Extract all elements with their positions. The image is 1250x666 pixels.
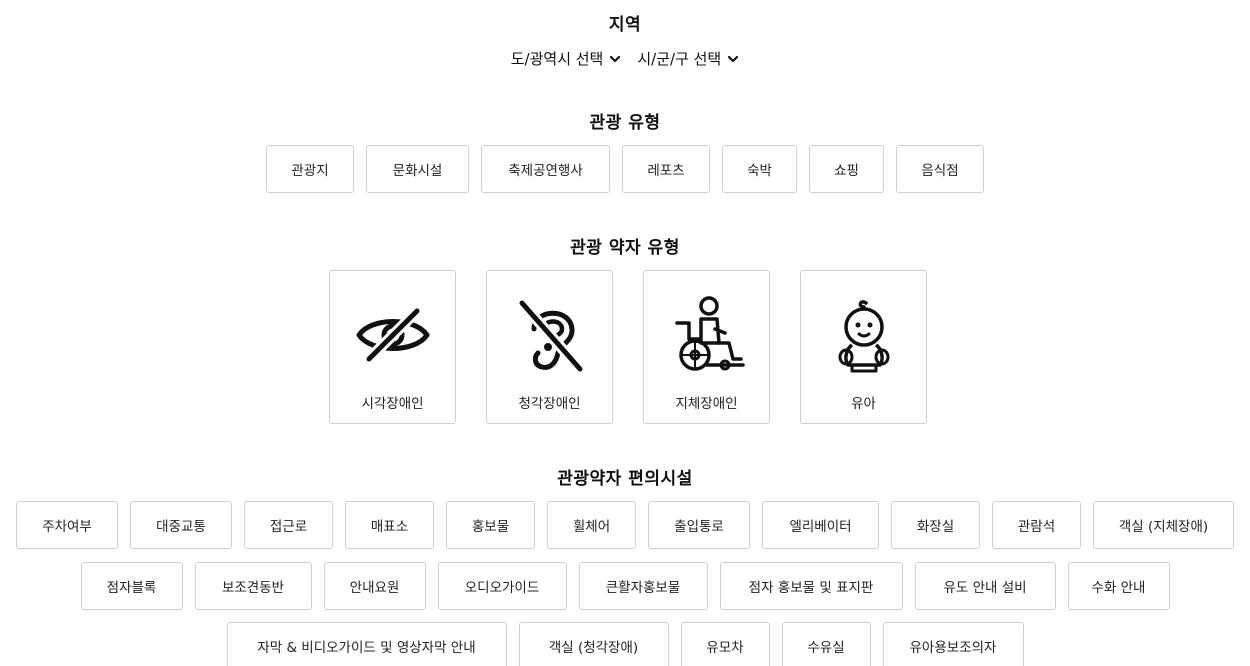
province-select[interactable]: 도/광역시 선택: [511, 48, 622, 69]
facility-button[interactable]: 관람석: [992, 501, 1081, 549]
facility-button[interactable]: 엘리베이터: [762, 501, 879, 549]
facility-button[interactable]: 점자 홍보물 및 표지판: [719, 562, 903, 610]
facility-button[interactable]: 수유실: [781, 622, 871, 666]
facility-button[interactable]: 오디오가이드: [437, 562, 567, 610]
facility-button[interactable]: 점자블록: [80, 562, 183, 610]
facilities-row-1: 주차여부 대중교통 접근로 매표소 홍보물 휠체어 출입통로 엘리베이터 화장실…: [0, 501, 1250, 549]
city-select[interactable]: 시/군/구 선택: [637, 48, 739, 69]
tour-type-button[interactable]: 축제공연행사: [481, 145, 610, 193]
tour-type-button[interactable]: 음식점: [896, 145, 984, 193]
tour-type-button[interactable]: 숙박: [722, 145, 797, 193]
tour-type-button[interactable]: 레포츠: [622, 145, 710, 193]
vulnerable-card-label: 지체장애인: [675, 396, 738, 412]
wheelchair-icon: [665, 293, 749, 377]
vulnerable-type-title: 관광 약자 유형: [570, 238, 680, 258]
facility-button[interactable]: 안내요원: [323, 562, 426, 610]
facility-button[interactable]: 객실 (지체장애): [1093, 501, 1234, 549]
region-title: 지역: [608, 15, 642, 35]
facility-button[interactable]: 유모차: [680, 622, 770, 666]
tour-type-button[interactable]: 문화시설: [366, 145, 469, 193]
facility-button[interactable]: 대중교통: [130, 501, 232, 549]
facility-button[interactable]: 보조견동반: [194, 562, 312, 610]
vulnerable-card-label: 유아: [851, 396, 876, 412]
region-selects: 도/광역시 선택 시/군/구 선택: [0, 48, 1250, 69]
vulnerable-card-visual[interactable]: 시각장애인: [329, 270, 456, 424]
city-select-label: 시/군/구 선택: [637, 50, 722, 68]
facility-button[interactable]: 객실 (청각장애): [518, 622, 669, 666]
facility-button[interactable]: 유도 안내 설비: [914, 562, 1056, 610]
vulnerable-card-label: 시각장애인: [361, 396, 424, 412]
facility-button[interactable]: 화장실: [891, 501, 980, 549]
facility-button[interactable]: 큰활자홍보물: [578, 562, 708, 610]
chevron-down-icon: [728, 55, 739, 62]
vulnerable-card-label: 청각장애인: [518, 396, 581, 412]
vulnerable-card-physical[interactable]: 지체장애인: [643, 270, 770, 424]
baby-icon: [822, 293, 906, 377]
facility-button[interactable]: 매표소: [345, 501, 434, 549]
eye-slash-icon: [351, 293, 435, 377]
facilities-row-3: 자막 & 비디오가이드 및 영상자막 안내 객실 (청각장애) 유모차 수유실 …: [0, 622, 1250, 666]
tour-type-button[interactable]: 쇼핑: [809, 145, 884, 193]
facility-button[interactable]: 출입통로: [648, 501, 750, 549]
facilities-title: 관광약자 편의시설: [557, 469, 693, 489]
province-select-label: 도/광역시 선택: [510, 50, 604, 68]
vulnerable-type-cards: 시각장애인 청각장애인 지체장애인 유아: [0, 270, 1250, 424]
tour-type-title: 관광 유형: [589, 113, 661, 133]
hearing-impaired-icon: [508, 293, 592, 377]
tour-type-button[interactable]: 관광지: [266, 145, 354, 193]
facility-button[interactable]: 수화 안내: [1067, 562, 1170, 610]
facility-button[interactable]: 주차여부: [16, 501, 118, 549]
chevron-down-icon: [610, 55, 621, 62]
facility-button[interactable]: 자막 & 비디오가이드 및 영상자막 안내: [226, 622, 507, 666]
tour-type-buttons: 관광지 문화시설 축제공연행사 레포츠 숙박 쇼핑 음식점: [0, 145, 1250, 193]
vulnerable-card-hearing[interactable]: 청각장애인: [486, 270, 613, 424]
vulnerable-card-infant[interactable]: 유아: [800, 270, 927, 424]
facility-button[interactable]: 휠체어: [547, 501, 636, 549]
facility-button[interactable]: 유아용보조의자: [882, 622, 1024, 666]
facilities-row-2: 점자블록 보조견동반 안내요원 오디오가이드 큰활자홍보물 점자 홍보물 및 표…: [0, 562, 1250, 610]
facility-button[interactable]: 홍보물: [446, 501, 535, 549]
facility-button[interactable]: 접근로: [244, 501, 333, 549]
